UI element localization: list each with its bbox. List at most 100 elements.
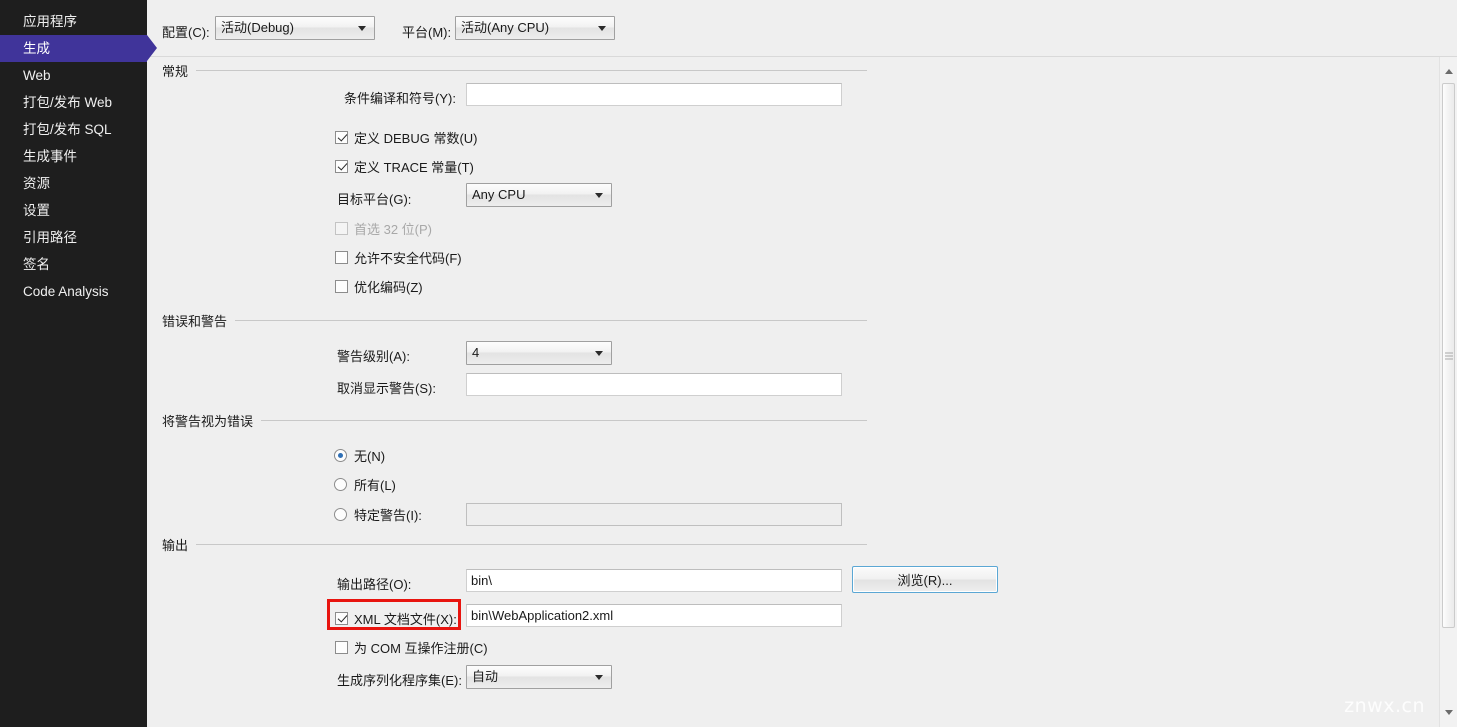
- allow-unsafe-code-checkbox[interactable]: [335, 251, 348, 264]
- allow-unsafe-code-checkbox-row[interactable]: 允许不安全代码(F): [335, 248, 462, 267]
- allow-unsafe-code-label: 允许不安全代码(F): [354, 251, 462, 266]
- chevron-down-icon: [598, 26, 606, 31]
- com-interop-checkbox[interactable]: [335, 641, 348, 654]
- section-errors-warnings: 错误和警告: [162, 311, 867, 329]
- sidebar-item-label: 生成事件: [23, 149, 77, 164]
- sidebar-item-reference-paths[interactable]: 引用路径: [0, 224, 147, 251]
- target-platform-label: 目标平台(G):: [337, 192, 412, 207]
- chevron-up-icon: [1444, 69, 1453, 74]
- serialization-assembly-label: 生成序列化程序集(E):: [337, 673, 462, 688]
- section-title: 常规: [162, 63, 189, 79]
- properties-sidebar: 应用程序 生成 Web 打包/发布 Web 打包/发布 SQL 生成事件 资源 …: [0, 0, 157, 727]
- conditional-symbols-input[interactable]: [466, 83, 842, 106]
- section-title: 错误和警告: [162, 313, 228, 329]
- warnings-all-radio-row[interactable]: 所有(L): [334, 475, 396, 494]
- sidebar-item-resources[interactable]: 资源: [0, 170, 147, 197]
- target-platform-dropdown[interactable]: Any CPU: [466, 183, 612, 207]
- conditional-symbols-label: 条件编译和符号(Y):: [344, 91, 456, 106]
- target-platform-value: Any CPU: [472, 187, 526, 202]
- sidebar-item-label: Code Analysis: [23, 284, 109, 299]
- sidebar-item-settings[interactable]: 设置: [0, 197, 147, 224]
- build-settings-panel: 配置(C): 活动(Debug) 平台(M): 活动(Any CPU) 常规 条…: [147, 0, 1457, 727]
- optimize-code-checkbox-row[interactable]: 优化编码(Z): [335, 277, 423, 296]
- sidebar-item-web[interactable]: Web: [0, 62, 147, 89]
- section-header: 常规: [162, 61, 867, 79]
- chevron-down-icon: [595, 193, 603, 198]
- section-divider: [235, 319, 867, 321]
- prefer-32bit-checkbox: [335, 222, 348, 235]
- section-divider: [196, 543, 867, 545]
- warnings-specific-label: 特定警告(I):: [354, 508, 422, 523]
- warning-level-label: 警告级别(A):: [337, 349, 410, 364]
- sidebar-item-label: 打包/发布 Web: [23, 95, 113, 110]
- warnings-specific-radio[interactable]: [334, 508, 347, 521]
- com-interop-label: 为 COM 互操作注册(C): [354, 641, 488, 656]
- section-output: 输出: [162, 535, 867, 553]
- section-header: 错误和警告: [162, 311, 867, 329]
- scrollbar-grip-icon: [1444, 352, 1453, 359]
- xml-doc-file-checkbox[interactable]: [335, 612, 348, 625]
- output-path-input[interactable]: bin\: [466, 569, 842, 592]
- xml-doc-file-input[interactable]: bin\WebApplication2.xml: [466, 604, 842, 627]
- output-path-label: 输出路径(O):: [337, 577, 412, 592]
- platform-label: 平台(M):: [402, 25, 452, 40]
- warnings-none-radio-row[interactable]: 无(N): [334, 446, 385, 465]
- xml-doc-file-checkbox-row[interactable]: XML 文档文件(X):: [335, 609, 457, 628]
- xml-doc-file-label: XML 文档文件(X):: [354, 612, 457, 627]
- optimize-code-label: 优化编码(Z): [354, 280, 423, 295]
- warnings-specific-input: [466, 503, 842, 526]
- chevron-down-icon: [595, 351, 603, 356]
- section-header: 输出: [162, 535, 867, 553]
- sidebar-item-build[interactable]: 生成: [0, 35, 157, 62]
- warnings-none-radio[interactable]: [334, 449, 347, 462]
- sidebar-item-package-publish-sql[interactable]: 打包/发布 SQL: [0, 116, 147, 143]
- sidebar-item-package-publish-web[interactable]: 打包/发布 Web: [0, 89, 147, 116]
- section-title: 输出: [162, 537, 189, 553]
- sidebar-item-label: 应用程序: [23, 14, 77, 29]
- sidebar-item-label: 引用路径: [23, 230, 77, 245]
- scroll-up-button[interactable]: [1440, 63, 1457, 80]
- configuration-label: 配置(C):: [162, 25, 210, 40]
- sidebar-item-signing[interactable]: 签名: [0, 251, 147, 278]
- warning-level-dropdown[interactable]: 4: [466, 341, 612, 365]
- com-interop-checkbox-row[interactable]: 为 COM 互操作注册(C): [335, 638, 488, 657]
- configuration-dropdown[interactable]: 活动(Debug): [215, 16, 375, 40]
- define-debug-label: 定义 DEBUG 常数(U): [354, 131, 478, 146]
- project-properties-window: 应用程序 生成 Web 打包/发布 Web 打包/发布 SQL 生成事件 资源 …: [0, 0, 1457, 727]
- configuration-value: 活动(Debug): [221, 20, 294, 35]
- sidebar-item-label: 签名: [23, 257, 50, 272]
- browse-button-label: 浏览(R)...: [897, 573, 953, 588]
- configuration-bar: 配置(C): 活动(Debug) 平台(M): 活动(Any CPU): [147, 0, 1457, 57]
- define-debug-checkbox[interactable]: [335, 131, 348, 144]
- warnings-specific-radio-row[interactable]: 特定警告(I):: [334, 505, 422, 524]
- prefer-32bit-label: 首选 32 位(P): [354, 222, 433, 237]
- serialization-assembly-dropdown[interactable]: 自动: [466, 665, 612, 689]
- optimize-code-checkbox[interactable]: [335, 280, 348, 293]
- sidebar-item-build-events[interactable]: 生成事件: [0, 143, 147, 170]
- platform-dropdown[interactable]: 活动(Any CPU): [455, 16, 615, 40]
- vertical-scrollbar[interactable]: [1439, 57, 1457, 727]
- warnings-none-label: 无(N): [354, 449, 386, 464]
- warnings-all-radio[interactable]: [334, 478, 347, 491]
- platform-value: 活动(Any CPU): [461, 20, 550, 35]
- sidebar-item-code-analysis[interactable]: Code Analysis: [0, 278, 147, 305]
- serialization-assembly-value: 自动: [472, 669, 499, 684]
- define-trace-checkbox-row[interactable]: 定义 TRACE 常量(T): [335, 157, 474, 176]
- sidebar-item-label: 生成: [23, 41, 50, 56]
- warnings-all-label: 所有(L): [354, 478, 396, 493]
- suppress-warnings-input[interactable]: [466, 373, 842, 396]
- section-warnings-as-errors: 将警告视为错误: [162, 411, 867, 429]
- prefer-32bit-checkbox-row: 首选 32 位(P): [335, 219, 432, 238]
- scroll-down-button[interactable]: [1440, 704, 1457, 721]
- watermark: znwx.cn: [1344, 695, 1425, 717]
- section-divider: [196, 69, 867, 71]
- sidebar-item-label: 资源: [23, 176, 50, 191]
- define-debug-checkbox-row[interactable]: 定义 DEBUG 常数(U): [335, 128, 478, 147]
- section-divider: [261, 419, 867, 421]
- sidebar-item-label: Web: [23, 68, 51, 83]
- browse-button[interactable]: 浏览(R)...: [852, 566, 998, 593]
- define-trace-checkbox[interactable]: [335, 160, 348, 173]
- scrollbar-thumb[interactable]: [1442, 83, 1455, 628]
- sidebar-item-application[interactable]: 应用程序: [0, 8, 147, 35]
- chevron-down-icon: [358, 26, 366, 31]
